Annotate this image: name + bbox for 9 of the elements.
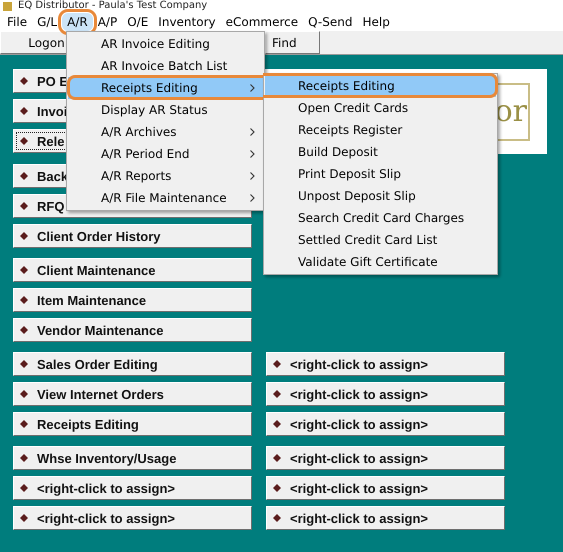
menu-item-label: A/R Period End: [101, 147, 190, 161]
menu-item-label: A/R Archives: [101, 125, 177, 139]
menu-item-label: Display AR Status: [101, 103, 208, 117]
menu-item-label: AR Invoice Batch List: [101, 59, 228, 73]
menu-item-label: A/R File Maintenance: [101, 191, 227, 205]
menu-item-label: Receipts Editing: [101, 81, 198, 95]
menu-item-label: A/R Reports: [101, 169, 172, 183]
window-title: EQ Distributor - Paula's Test Company: [18, 0, 208, 12]
menu-item-label: AR Invoice Editing: [101, 37, 210, 51]
